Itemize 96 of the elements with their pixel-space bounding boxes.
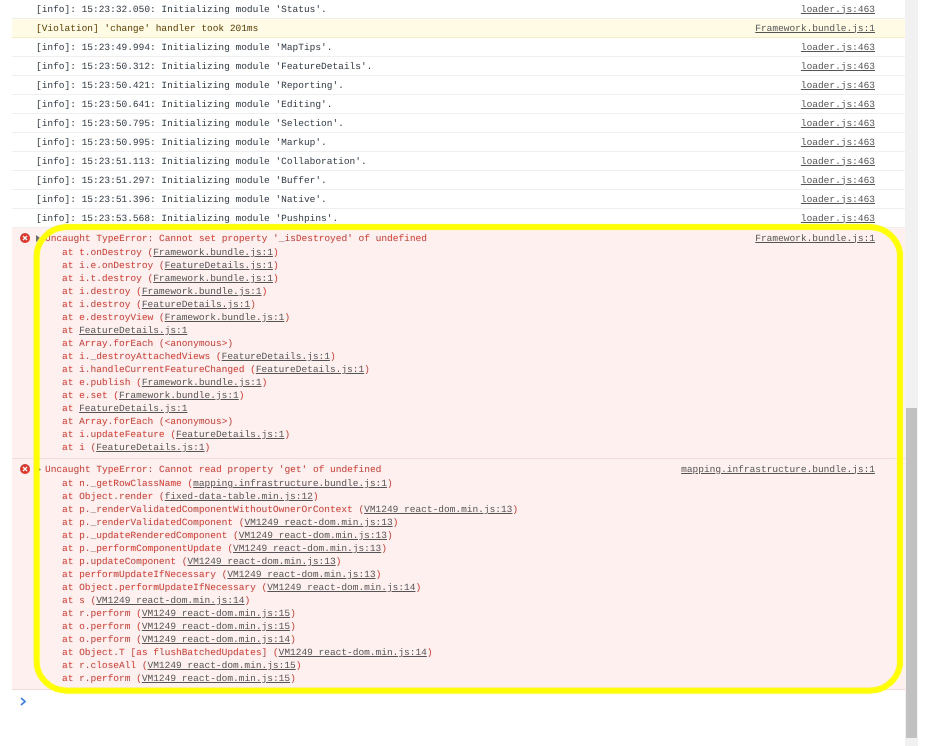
stack-frame: at Object.performUpdateIfNecessary (VM1249 react-dom.min.js:14): [20, 581, 422, 594]
log-message: [info]: 15:23:53.568: Initializing module 'Pushpins'.: [36, 212, 338, 224]
stack-frame: at p.updateComponent (VM1249 react-dom.min.js:13): [20, 555, 342, 568]
source-link[interactable]: FeatureDetails.js:1: [176, 429, 284, 440]
source-link[interactable]: VM1249 react-dom.min.js:13: [227, 569, 376, 580]
stack-frame: at r.closeAll (VM1249 react-dom.min.js:15): [20, 659, 302, 672]
source-link[interactable]: mapping.infrastructure.bundle.js:1: [681, 464, 875, 474]
expand-triangle-icon[interactable]: [36, 234, 41, 242]
stack-frame: at i (FeatureDetails.js:1): [20, 441, 210, 454]
source-link[interactable]: Framework.bundle.js:1: [119, 390, 239, 401]
source-link[interactable]: VM1249 react-dom.min.js:15: [142, 621, 290, 632]
stack-frame: at e.set (Framework.bundle.js:1): [20, 389, 244, 402]
source-link[interactable]: fixed-data-table.min.js:12: [164, 491, 313, 502]
source-link[interactable]: FeatureDetails.js:1: [96, 442, 205, 453]
stack-frame: at o.perform (VM1249 react-dom.min.js:14): [20, 633, 296, 646]
source-link[interactable]: VM1249 react-dom.min.js:13: [238, 530, 387, 541]
log-message: [info]: 15:23:50.421: Initializing module 'Reporting'.: [36, 80, 344, 90]
violation-message: [Violation] 'change' handler took 201ms: [36, 22, 258, 34]
source-link[interactable]: loader.js:463: [800, 174, 875, 186]
source-link[interactable]: loader.js:463: [800, 42, 875, 52]
source-link[interactable]: Framework.bundle.js:1: [755, 22, 875, 34]
source-link[interactable]: Framework.bundle.js:1: [164, 312, 284, 323]
source-link[interactable]: FeatureDetails.js:1: [79, 325, 188, 336]
log-message: [info]: 15:23:50.312: Initializing module 'FeatureDetails'.: [36, 60, 372, 72]
source-link[interactable]: VM1249 react-dom.min.js:13: [244, 517, 393, 528]
stack-frame: at e.publish (Framework.bundle.js:1): [20, 376, 268, 389]
stack-frame: at i.destroy (FeatureDetails.js:1): [20, 298, 256, 311]
stack-frame: at p._updateRenderedComponent (VM1249 react-dom.min.js:13): [20, 529, 393, 542]
source-link[interactable]: Framework.bundle.js:1: [153, 273, 273, 284]
stack-frame: at r.perform (VM1249 react-dom.min.js:15): [20, 607, 296, 620]
log-message: [info]: 15:23:51.297: Initializing module 'Buffer'.: [36, 174, 327, 186]
source-link[interactable]: loader.js:463: [800, 156, 875, 166]
stack-frame: at i.handleCurrentFeatureChanged (FeatureDetails.js:1): [20, 363, 370, 376]
stack-frame: at Array.forEach (<anonymous>): [20, 415, 234, 428]
source-link[interactable]: loader.js:463: [800, 212, 875, 224]
source-link[interactable]: loader.js:463: [800, 98, 875, 110]
stack-frame: at n._getRowClassName (mapping.infrastructure.bundle.js:1): [20, 477, 393, 490]
stack-frame: at i.e.onDestroy (FeatureDetails.js:1): [20, 259, 279, 272]
stack-frame: at i.destroy (Framework.bundle.js:1): [20, 285, 268, 298]
stack-frame: at p._renderValidatedComponent (VM1249 react-dom.min.js:13): [20, 516, 398, 529]
source-link[interactable]: FeatureDetails.js:1: [164, 260, 273, 271]
log-message: [info]: 15:23:50.995: Initializing module 'Markup'.: [36, 136, 327, 148]
stack-frame: at r.perform (VM1249 react-dom.min.js:15): [20, 672, 296, 685]
stack-frame: at s (VM1249 react-dom.min.js:14): [20, 594, 250, 607]
log-message: [info]: 15:23:50.795: Initializing module 'Selection'.: [36, 118, 344, 128]
source-link[interactable]: Framework.bundle.js:1: [142, 377, 262, 388]
source-link[interactable]: loader.js:463: [800, 4, 875, 14]
source-link[interactable]: mapping.infrastructure.bundle.js:1: [193, 478, 387, 489]
log-message: [info]: 15:23:50.641: Initializing module 'Editing'.: [36, 98, 332, 110]
source-link[interactable]: Framework.bundle.js:1: [755, 232, 875, 244]
source-link[interactable]: loader.js:463: [800, 60, 875, 72]
source-link[interactable]: Framework.bundle.js:1: [153, 247, 273, 258]
stack-frame: at performUpdateIfNecessary (VM1249 react-dom.min.js:13): [20, 568, 382, 581]
source-link[interactable]: loader.js:463: [800, 118, 875, 128]
log-message: [info]: 15:23:51.396: Initializing module 'Native'.: [36, 194, 327, 204]
stack-frame: at p._renderValidatedComponentWithoutOwnerOrContext (VM1249 react-dom.min.js:13): [20, 503, 518, 516]
stack-frame: at FeatureDetails.js:1: [20, 324, 188, 337]
stack-frame: at e.destroyView (Framework.bundle.js:1): [20, 311, 290, 324]
source-link[interactable]: VM1249 react-dom.min.js:14: [278, 647, 427, 658]
log-message: [info]: 15:23:32.050: Initializing module 'Status'.: [36, 4, 327, 14]
error-icon: [20, 464, 30, 474]
source-link[interactable]: FeatureDetails.js:1: [222, 351, 330, 362]
error-icon: [20, 233, 30, 243]
scrollbar-thumb[interactable]: [906, 408, 917, 738]
source-link[interactable]: VM1249 react-dom.min.js:15: [142, 673, 290, 684]
source-link[interactable]: FeatureDetails.js:1: [79, 403, 188, 414]
stack-frame: at t.onDestroy (Framework.bundle.js:1): [20, 246, 279, 259]
stack-frame: at FeatureDetails.js:1: [20, 402, 188, 415]
error-message: Uncaught TypeError: Cannot read property 'get' of undefined: [45, 464, 382, 474]
source-link[interactable]: VM1249 react-dom.min.js:14: [142, 634, 290, 645]
source-link[interactable]: FeatureDetails.js:1: [142, 299, 250, 310]
source-link[interactable]: VM1249 react-dom.min.js:13: [233, 543, 382, 554]
source-link[interactable]: loader.js:463: [800, 136, 875, 148]
stack-frame: at o.perform (VM1249 react-dom.min.js:15): [20, 620, 296, 633]
source-link[interactable]: loader.js:463: [800, 194, 875, 204]
stack-frame: at p._performComponentUpdate (VM1249 react-dom.min.js:13): [20, 542, 387, 555]
source-link[interactable]: VM1249 react-dom.min.js:15: [142, 608, 290, 619]
log-message: [info]: 15:23:49.994: Initializing module 'MapTips'.: [36, 42, 332, 52]
source-link[interactable]: VM1249 react-dom.min.js:13: [364, 504, 512, 515]
stack-frame: at Object.render (fixed-data-table.min.js:12): [20, 490, 319, 503]
source-link[interactable]: VM1249 react-dom.min.js:14: [96, 595, 244, 606]
source-link[interactable]: FeatureDetails.js:1: [256, 364, 364, 375]
log-message: [info]: 15:23:51.113: Initializing module 'Collaboration'.: [36, 156, 367, 166]
source-link[interactable]: VM1249 react-dom.min.js:13: [187, 556, 336, 567]
source-link[interactable]: loader.js:463: [800, 80, 875, 90]
error-message: Uncaught TypeError: Cannot set property '_isDestroyed' of undefined: [45, 232, 427, 244]
stack-frame: at Array.forEach (<anonymous>): [20, 337, 234, 350]
stack-frame: at i.updateFeature (FeatureDetails.js:1): [20, 428, 290, 441]
source-link[interactable]: VM1249 react-dom.min.js:15: [148, 660, 296, 671]
stack-frame: at i.t.destroy (Framework.bundle.js:1): [20, 272, 279, 285]
source-link[interactable]: Framework.bundle.js:1: [142, 286, 262, 297]
scrollbar[interactable]: [905, 0, 918, 746]
stack-frame: at i._destroyAttachedViews (FeatureDetails.js:1): [20, 350, 336, 363]
stack-frame: at Object.T [as flushBatchedUpdates] (VM1249 react-dom.min.js:14): [20, 646, 433, 659]
source-link[interactable]: VM1249 react-dom.min.js:14: [267, 582, 416, 593]
prompt-icon: [20, 696, 26, 706]
